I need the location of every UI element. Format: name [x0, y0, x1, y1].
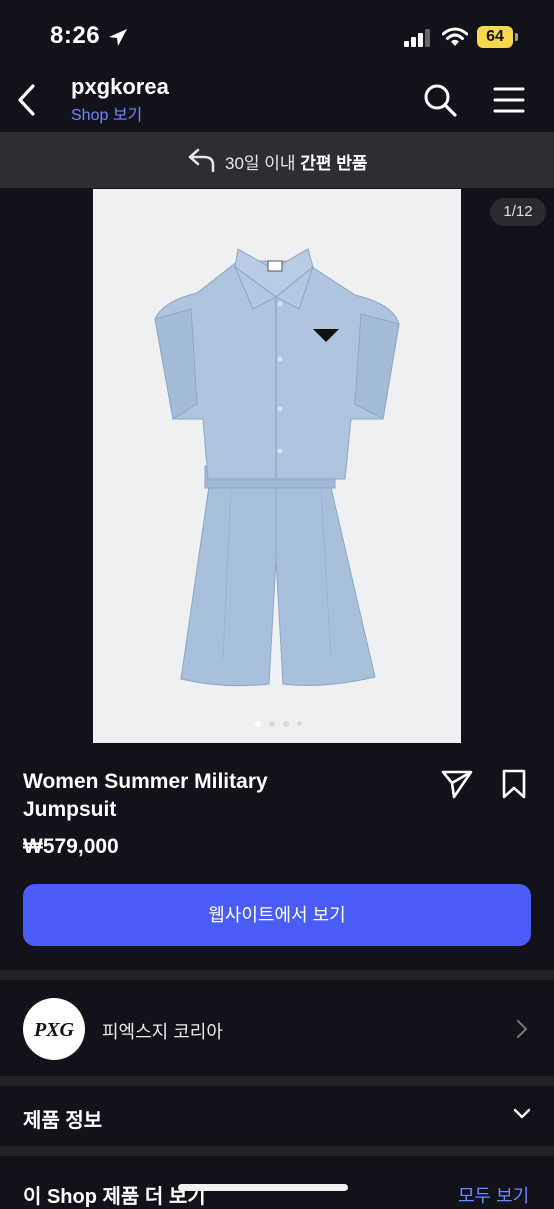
product-image[interactable] — [93, 189, 461, 743]
chevron-down-icon[interactable] — [510, 1106, 534, 1122]
home-indicator[interactable] — [178, 1184, 348, 1191]
location-arrow-icon — [109, 29, 127, 46]
section-divider — [0, 1076, 554, 1086]
status-bar: 8:26 64 — [0, 0, 554, 70]
cellular-signal-icon — [404, 29, 430, 47]
return-policy-bold: 간편 반품 — [300, 154, 368, 173]
section-divider — [0, 1146, 554, 1156]
view-on-website-button[interactable]: 웹사이트에서 보기 — [23, 884, 531, 946]
page-title: pxgkorea — [71, 74, 169, 99]
carousel-dot[interactable] — [269, 721, 275, 727]
return-arrow-icon — [188, 148, 215, 173]
product-price: ₩579,000 — [23, 835, 119, 858]
chevron-right-icon[interactable] — [514, 1018, 530, 1040]
jumpsuit-illustration — [154, 248, 400, 687]
carousel-dots[interactable] — [255, 721, 315, 731]
product-info-label: 제품 정보 — [23, 1110, 103, 1132]
carousel-dot[interactable] — [255, 721, 261, 727]
pxg-logo-text: PXG — [33, 1019, 75, 1041]
see-all-link[interactable]: 모두 보기 — [458, 1182, 529, 1208]
back-arrow-icon[interactable] — [14, 83, 40, 117]
section-divider — [0, 970, 554, 980]
carousel-dot[interactable] — [283, 721, 289, 727]
pxg-logo: PXG — [33, 1019, 75, 1041]
bookmark-icon[interactable] — [500, 768, 528, 800]
product-name: Women Summer Military Jumpsuit — [23, 770, 268, 821]
shop-name: 피엑스지 코리아 — [102, 1022, 223, 1042]
search-icon[interactable] — [422, 82, 458, 118]
wifi-icon — [442, 27, 468, 46]
shop-avatar: PXG — [23, 998, 85, 1060]
return-policy-text: 30일 이내 간편 반품 — [225, 149, 368, 174]
return-policy-plain: 30일 이내 — [225, 154, 301, 173]
battery-tip — [515, 33, 518, 41]
shop-link[interactable]: Shop 보기 — [71, 101, 142, 125]
battery-indicator: 64 — [477, 26, 513, 48]
carousel-dot[interactable] — [297, 721, 302, 726]
image-counter: 1/12 — [490, 198, 546, 226]
send-share-icon[interactable] — [440, 768, 474, 800]
hamburger-menu-icon[interactable] — [493, 86, 525, 114]
status-time: 8:26 — [50, 22, 101, 49]
